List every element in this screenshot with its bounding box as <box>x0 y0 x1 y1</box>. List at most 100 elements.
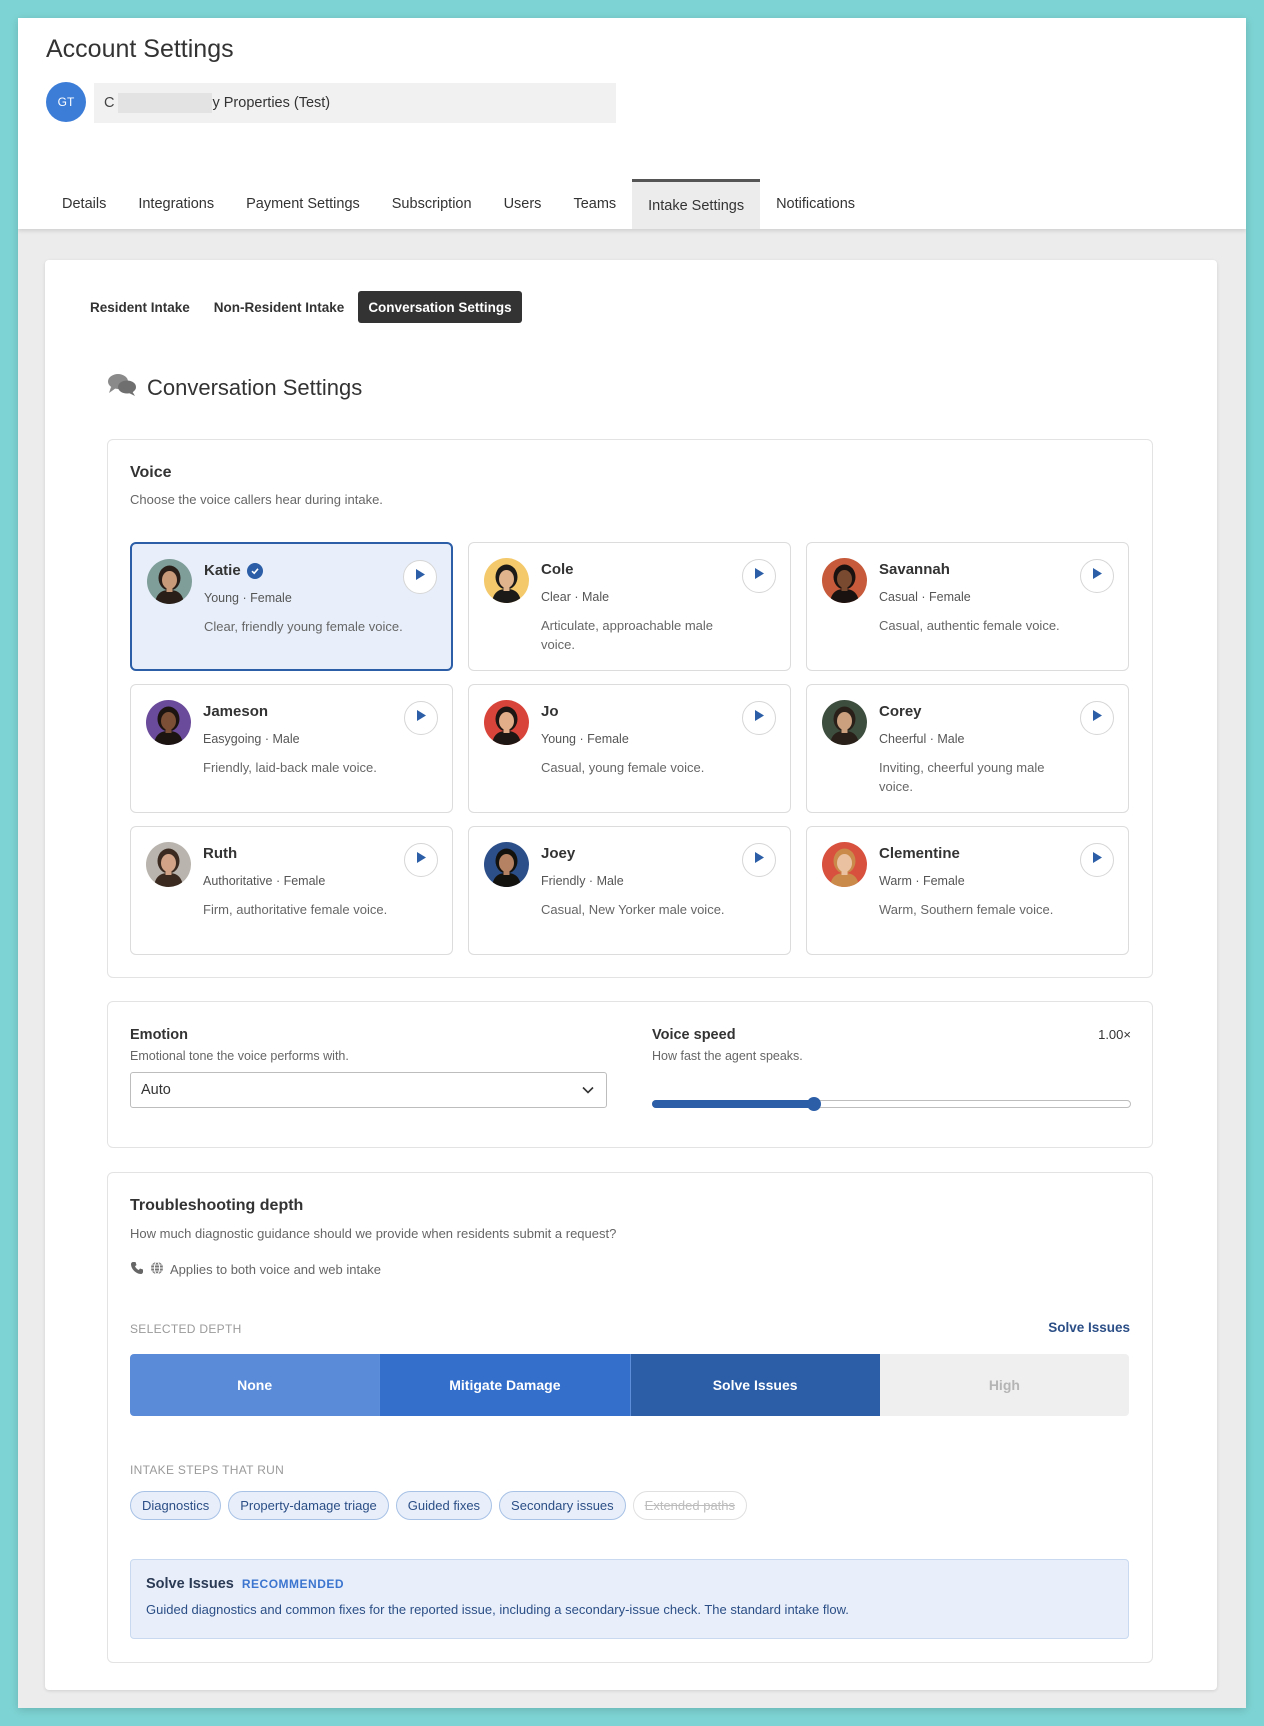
voice-name: Katie <box>204 562 241 579</box>
voice-avatar <box>146 842 191 887</box>
voice-description: Inviting, cheerful young male voice. <box>879 760 1045 794</box>
voice-subtitle: Choose the voice callers hear during int… <box>130 492 383 507</box>
step-chip: Guided fixes <box>395 1491 493 1520</box>
voice-meta: Cheerful · Male <box>879 732 965 746</box>
voice-card-katie[interactable]: Katie Young · Female Clear, friendly young… <box>130 542 453 671</box>
settings-tabs: Details Integrations Payment Settings Su… <box>46 179 871 229</box>
play-button[interactable] <box>1080 843 1114 877</box>
tab-details[interactable]: Details <box>46 179 122 229</box>
tab-users[interactable]: Users <box>488 179 558 229</box>
play-button[interactable] <box>404 843 438 877</box>
voice-description: Warm, Southern female voice. <box>879 902 1054 917</box>
phone-icon <box>130 1261 144 1278</box>
voice-avatar <box>822 700 867 745</box>
recommendation-header: Solve Issues RECOMMENDED <box>146 1576 1113 1592</box>
play-button[interactable] <box>742 701 776 735</box>
depth-selector: None Mitigate Damage Solve Issues High <box>130 1354 1129 1416</box>
speed-subtitle: How fast the agent speaks. <box>652 1049 803 1063</box>
voice-name-row: Joey <box>541 845 575 862</box>
tab-integrations[interactable]: Integrations <box>122 179 230 229</box>
voice-description: Casual, young female voice. <box>541 760 705 775</box>
tab-subscription[interactable]: Subscription <box>376 179 488 229</box>
intake-settings-card: Resident Intake Non-Resident Intake Conv… <box>45 260 1217 1690</box>
voice-description: Clear, friendly young female voice. <box>204 619 403 634</box>
voice-card-cole[interactable]: Cole Clear · Male Articulate, approachable… <box>468 542 791 671</box>
voice-avatar <box>484 700 529 745</box>
voice-meta: Authoritative · Female <box>203 874 326 888</box>
speed-slider-fill <box>652 1100 814 1108</box>
play-icon <box>753 567 765 585</box>
depth-option-solve-issues[interactable]: Solve Issues <box>629 1354 880 1416</box>
voice-name: Joey <box>541 845 576 862</box>
play-icon <box>415 709 427 727</box>
subtab-conversation-settings[interactable]: Conversation Settings <box>358 291 522 323</box>
voice-description: Firm, authoritative female voice. <box>203 902 388 917</box>
globe-icon <box>150 1261 164 1278</box>
play-button[interactable] <box>742 559 776 593</box>
voice-name: Jameson <box>203 703 269 720</box>
verified-check-icon <box>246 562 263 579</box>
voice-card-jameson[interactable]: Jameson Easygoing · Male Friendly, laid-ba… <box>130 684 453 813</box>
tab-intake-settings[interactable]: Intake Settings <box>632 179 761 229</box>
voice-meta: Friendly · Male <box>541 874 624 888</box>
recommendation-box: Solve Issues RECOMMENDED Guided diagnost… <box>130 1559 1129 1639</box>
play-icon <box>753 709 765 727</box>
voice-name-row: Jameson <box>203 703 268 720</box>
subtab-resident-intake[interactable]: Resident Intake <box>80 291 200 323</box>
play-icon <box>1091 709 1103 727</box>
voice-description: Articulate, approachable male voice. <box>541 618 713 652</box>
emotion-select[interactable]: Auto <box>130 1072 607 1108</box>
depth-option-mitigate-damage[interactable]: Mitigate Damage <box>379 1354 630 1416</box>
header: Account Settings GT C y Properties (Test… <box>18 18 1246 229</box>
play-button[interactable] <box>404 701 438 735</box>
voice-meta: Young · Female <box>204 591 292 605</box>
selected-depth-label: SELECTED DEPTH <box>130 1322 242 1336</box>
account-name: C y Properties (Test) <box>94 83 616 123</box>
voice-name: Jo <box>541 703 559 720</box>
subtab-non-resident-intake[interactable]: Non-Resident Intake <box>204 291 355 323</box>
voice-avatar <box>822 842 867 887</box>
voice-name-row: Corey <box>879 703 922 720</box>
applies-note: Applies to both voice and web intake <box>130 1261 381 1278</box>
account-name-suffix: y Properties (Test) <box>212 95 331 111</box>
section-header: Conversation Settings <box>107 372 362 404</box>
page-title: Account Settings <box>46 35 234 63</box>
speed-group: Voice speed 1.00× How fast the agent spe… <box>652 1027 1131 1111</box>
play-icon <box>1091 851 1103 869</box>
speed-title: Voice speed <box>652 1027 736 1043</box>
troubleshooting-subtitle: How much diagnostic guidance should we p… <box>130 1226 617 1241</box>
voice-card-jo[interactable]: Jo Young · Female Casual, young female voi… <box>468 684 791 813</box>
step-chip-disabled: Extended paths <box>632 1491 748 1520</box>
voice-card-corey[interactable]: Corey Cheerful · Male Inviting, cheerful y… <box>806 684 1129 813</box>
step-chip: Property-damage triage <box>228 1491 389 1520</box>
voice-card-joey[interactable]: Joey Friendly · Male Casual, New Yorker ma… <box>468 826 791 955</box>
play-icon <box>414 568 426 586</box>
tab-notifications[interactable]: Notifications <box>760 179 871 229</box>
emotion-speed-panel: Emotion Emotional tone the voice perform… <box>107 1001 1153 1148</box>
play-button[interactable] <box>1080 701 1114 735</box>
tab-payment-settings[interactable]: Payment Settings <box>230 179 376 229</box>
play-button[interactable] <box>403 560 437 594</box>
voice-name: Cole <box>541 561 574 578</box>
speed-slider-thumb[interactable] <box>807 1097 821 1111</box>
play-button[interactable] <box>1080 559 1114 593</box>
play-icon <box>1091 567 1103 585</box>
voice-card-ruth[interactable]: Ruth Authoritative · Female Firm, authorit… <box>130 826 453 955</box>
voice-name: Corey <box>879 703 922 720</box>
voice-name-row: Savannah <box>879 561 950 578</box>
voice-avatar <box>484 558 529 603</box>
section-title: Conversation Settings <box>147 375 363 400</box>
voice-title: Voice <box>130 464 172 481</box>
voice-name-row: Katie <box>204 562 263 579</box>
play-button[interactable] <box>742 843 776 877</box>
troubleshooting-header: Troubleshooting depth How much diagnosti… <box>130 1197 616 1241</box>
voice-card-clementine[interactable]: Clementine Warm · Female Warm, Southern fe… <box>806 826 1129 955</box>
voice-name-row: Jo <box>541 703 559 720</box>
step-chip: Diagnostics <box>130 1491 222 1520</box>
voice-card-savannah[interactable]: Savannah Casual · Female Casual, authentic… <box>806 542 1129 671</box>
depth-option-none[interactable]: None <box>130 1354 380 1416</box>
depth-option-high[interactable]: High <box>879 1354 1129 1416</box>
tab-teams[interactable]: Teams <box>557 179 632 229</box>
account-avatar: GT <box>46 82 86 122</box>
emotion-group: Emotion Emotional tone the voice perform… <box>130 1027 607 1108</box>
